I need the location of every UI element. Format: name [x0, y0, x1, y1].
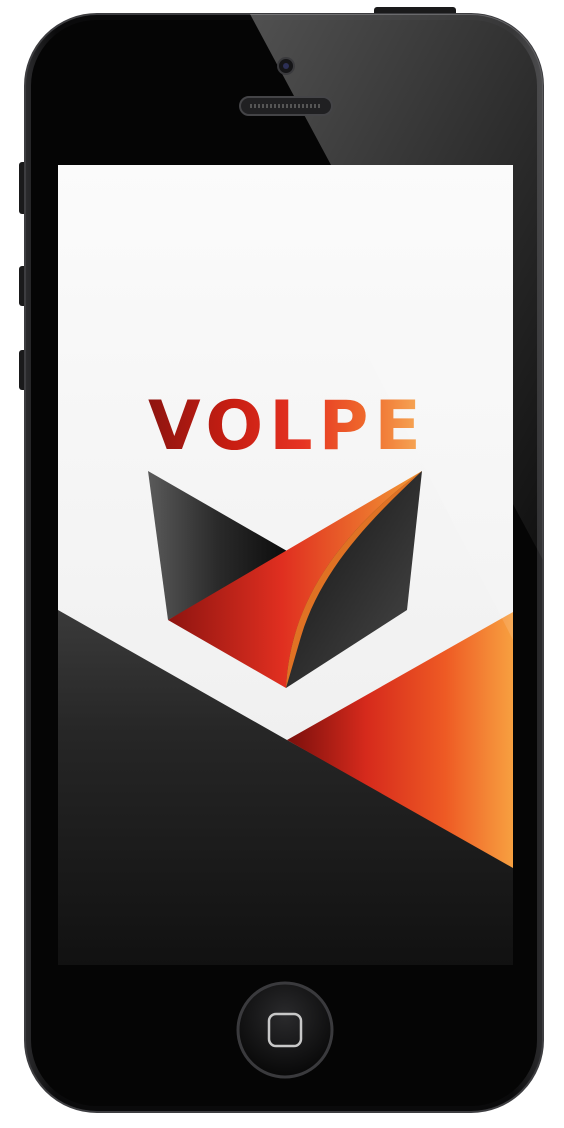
phone-device — [19, 7, 544, 1113]
app-wordmark: VOLPE — [148, 387, 427, 466]
home-button[interactable] — [236, 981, 334, 1079]
